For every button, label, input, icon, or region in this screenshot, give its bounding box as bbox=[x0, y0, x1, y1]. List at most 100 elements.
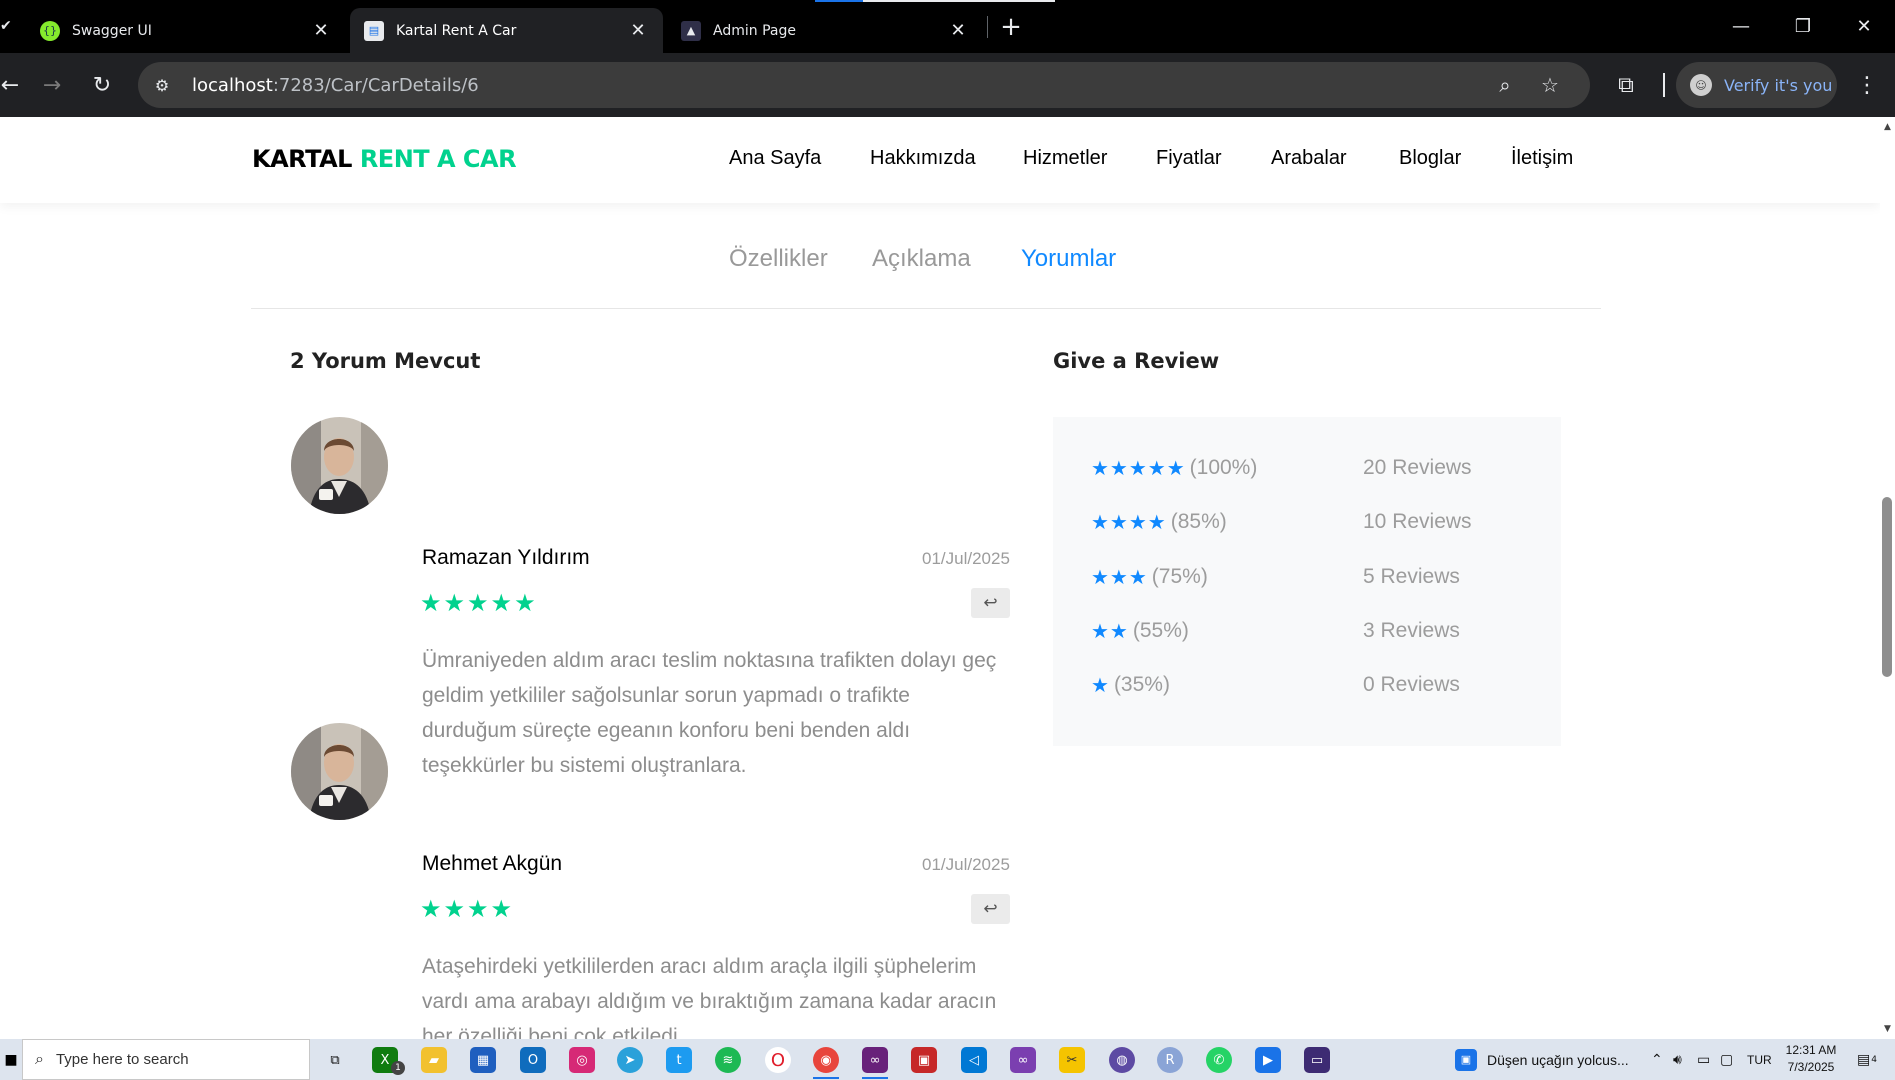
restore-button[interactable]: ❐ bbox=[1772, 0, 1834, 53]
rating-percent: (75%) bbox=[1151, 565, 1208, 588]
reviewer-photo-icon bbox=[291, 417, 388, 514]
bookmark-star-icon[interactable]: ☆ bbox=[1534, 69, 1566, 101]
minimize-button[interactable]: — bbox=[1710, 0, 1772, 53]
reload-icon[interactable]: ↻ bbox=[86, 69, 118, 101]
r-app-icon[interactable]: R bbox=[1157, 1047, 1183, 1073]
toolbox-icon[interactable]: ▣ bbox=[911, 1047, 937, 1073]
avatar bbox=[291, 723, 388, 820]
rating-row[interactable]: ★★★★★ (100%) bbox=[1091, 453, 1257, 483]
notification-icon[interactable]: ▤ 4 bbox=[1852, 1047, 1882, 1073]
tabs-divider bbox=[251, 308, 1601, 309]
news-widget[interactable]: ▣ Düşen uçağın yolcus... bbox=[1455, 1039, 1629, 1080]
rating-stars: ★★★★★ bbox=[1091, 457, 1186, 480]
telegram-icon[interactable]: ➤ bbox=[617, 1047, 643, 1073]
rating-stars: ★★ bbox=[1091, 620, 1129, 643]
task-view-icon[interactable]: ⧉ bbox=[322, 1047, 348, 1073]
tray-overflow-icon[interactable]: ⌃ bbox=[1651, 1039, 1663, 1080]
tab-title: Admin Page bbox=[713, 22, 796, 39]
nav-bloglar[interactable]: Bloglar bbox=[1399, 147, 1461, 170]
rating-row[interactable]: ★★★ (75%) bbox=[1091, 562, 1208, 592]
visual-studio-preview-icon[interactable]: ∞ bbox=[1010, 1047, 1036, 1073]
tab-yorumlar[interactable]: Yorumlar bbox=[1021, 245, 1116, 273]
tab-ozellikler[interactable]: Özellikler bbox=[729, 245, 828, 273]
store-icon[interactable]: ▦ bbox=[470, 1047, 496, 1073]
rating-percent: (100%) bbox=[1189, 456, 1258, 479]
taskbar-search-input[interactable]: ⌕ Type here to search bbox=[22, 1039, 310, 1080]
window-close-button[interactable]: ✕ bbox=[1833, 0, 1895, 53]
swagger-icon: {} bbox=[40, 20, 60, 41]
forward-icon[interactable]: → bbox=[36, 69, 68, 101]
nav-hakkimizda[interactable]: Hakkımızda bbox=[870, 147, 976, 170]
close-icon[interactable]: ✕ bbox=[310, 20, 332, 42]
scroll-up-icon[interactable]: ▲ bbox=[1881, 121, 1894, 133]
zoom-icon[interactable]: ⌕ bbox=[1489, 69, 1521, 101]
rating-stars: ★ bbox=[1091, 674, 1110, 697]
rating-summary: ★★★★★ (100%) 20 Reviews ★★★★ (85%) 10 Re… bbox=[1053, 417, 1561, 746]
rating-row[interactable]: ★★ (55%) bbox=[1091, 616, 1189, 646]
nav-fiyatlar[interactable]: Fiyatlar bbox=[1156, 147, 1222, 170]
rating-row[interactable]: ★★★★ (85%) bbox=[1091, 507, 1227, 537]
nav-hizmetler[interactable]: Hizmetler bbox=[1023, 147, 1107, 170]
nav-iletisim[interactable]: İletişim bbox=[1511, 147, 1573, 170]
vscode-icon[interactable]: ◁ bbox=[961, 1047, 987, 1073]
web-page: KARTAL RENT A CAR Ana Sayfa Hakkımızda H… bbox=[0, 117, 1880, 1039]
outlook-icon[interactable]: O bbox=[520, 1047, 546, 1073]
active-app-indicator bbox=[813, 1077, 839, 1079]
tab-separator bbox=[987, 16, 988, 38]
back-icon[interactable]: ← bbox=[0, 69, 26, 101]
tor-icon[interactable]: ◍ bbox=[1109, 1047, 1135, 1073]
scrollbar-thumb[interactable] bbox=[1882, 497, 1892, 677]
site-info-icon[interactable]: ⚙ bbox=[142, 65, 182, 105]
prime-video-icon[interactable]: ▶ bbox=[1255, 1047, 1281, 1073]
rating-count: 0 Reviews bbox=[1363, 673, 1460, 696]
search-placeholder: Type here to search bbox=[55, 1051, 189, 1068]
tab-aciklama[interactable]: Açıklama bbox=[872, 245, 971, 273]
system-clock[interactable]: 12:31 AM 7/3/2025 bbox=[1771, 1042, 1851, 1076]
opera-icon[interactable]: O bbox=[765, 1047, 791, 1073]
spotify-icon[interactable]: ≋ bbox=[715, 1047, 741, 1073]
rating-percent: (55%) bbox=[1132, 619, 1189, 642]
network-icon[interactable]: ▢ bbox=[1720, 1039, 1733, 1080]
close-icon[interactable]: ✕ bbox=[627, 20, 649, 42]
browser-tab-bar: ✔ {} Swagger UI ✕ ▤ Kartal Rent A Car ✕ … bbox=[0, 0, 1895, 53]
browser-menu-icon[interactable]: ⋮ bbox=[1851, 69, 1883, 101]
close-icon[interactable]: ✕ bbox=[947, 20, 969, 42]
new-tab-button[interactable]: + bbox=[996, 12, 1026, 42]
visual-studio-icon[interactable]: ∞ bbox=[862, 1047, 888, 1073]
tab-swagger-ui[interactable]: {} Swagger UI ✕ bbox=[26, 8, 346, 53]
volume-icon[interactable]: 🔊︎ bbox=[1673, 1039, 1682, 1080]
twitter-icon[interactable]: t bbox=[666, 1047, 692, 1073]
whatsapp-icon[interactable]: ✆ bbox=[1206, 1047, 1232, 1073]
snipping-tool-icon[interactable]: ✂ bbox=[1059, 1047, 1085, 1073]
clock-time: 12:31 AM bbox=[1785, 1043, 1837, 1057]
url-text[interactable]: localhost:7283/Car/CarDetails/6 bbox=[192, 75, 479, 96]
tab-title: Swagger UI bbox=[72, 22, 152, 39]
extensions-icon[interactable]: ⧉ bbox=[1610, 69, 1642, 101]
address-bar[interactable]: ⚙ localhost:7283/Car/CarDetails/6 ⌕ ☆ bbox=[138, 62, 1590, 108]
tab-admin-page[interactable]: ▲ Admin Page ✕ bbox=[667, 8, 983, 53]
profile-button[interactable]: ☺ Verify it's you bbox=[1676, 62, 1837, 108]
chrome-icon[interactable]: ◉ bbox=[813, 1047, 839, 1073]
tab-search-icon[interactable]: ✔ bbox=[0, 18, 12, 34]
scroll-down-icon[interactable]: ▼ bbox=[1881, 1023, 1894, 1035]
windows-start-icon[interactable]: ■ bbox=[0, 1039, 22, 1080]
reviewer-name: Ramazan Yıldırım bbox=[422, 546, 590, 569]
language-indicator[interactable]: TUR bbox=[1747, 1039, 1772, 1080]
battery-icon[interactable]: ▭ bbox=[1697, 1039, 1710, 1080]
rating-row[interactable]: ★ (35%) bbox=[1091, 670, 1170, 700]
rating-stars: ★★★★ bbox=[1091, 511, 1167, 534]
site-logo[interactable]: KARTAL RENT A CAR bbox=[252, 145, 517, 173]
reply-button[interactable]: ↩ bbox=[971, 588, 1010, 618]
review-stars: ★★★★ bbox=[420, 895, 515, 923]
site-header: KARTAL RENT A CAR Ana Sayfa Hakkımızda H… bbox=[0, 117, 1880, 203]
terminal-icon[interactable]: ▭ bbox=[1304, 1047, 1330, 1073]
reply-button[interactable]: ↩ bbox=[971, 894, 1010, 924]
nav-arabalar[interactable]: Arabalar bbox=[1271, 147, 1347, 170]
file-explorer-icon[interactable]: ▰ bbox=[421, 1047, 447, 1073]
clock-date: 7/3/2025 bbox=[1787, 1060, 1835, 1074]
tab-strip-highlight-accent bbox=[815, 0, 863, 2]
nav-ana-sayfa[interactable]: Ana Sayfa bbox=[729, 147, 821, 170]
tab-kartal-rent-a-car[interactable]: ▤ Kartal Rent A Car ✕ bbox=[350, 8, 663, 53]
reviewer-photo-icon bbox=[291, 723, 388, 820]
instagram-icon[interactable]: ◎ bbox=[569, 1047, 595, 1073]
